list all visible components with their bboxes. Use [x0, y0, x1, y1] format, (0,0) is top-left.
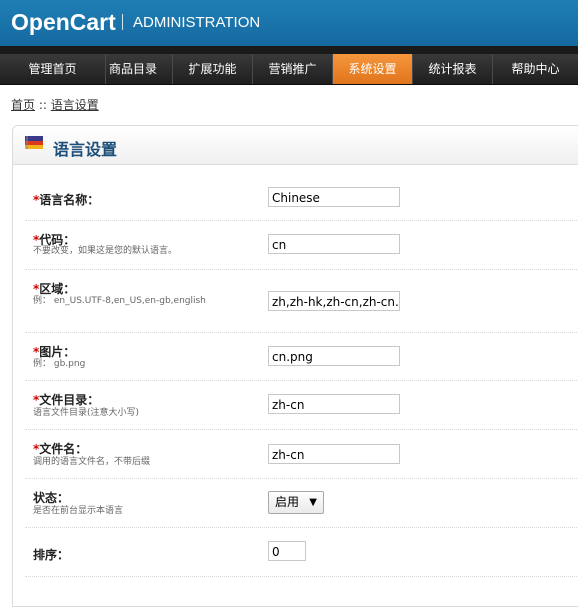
breadcrumb-home-link[interactable]: 首页: [11, 98, 35, 112]
menu-item-dashboard[interactable]: 管理首页: [0, 54, 106, 84]
help-directory: 语言文件目录(注意大小写): [33, 408, 140, 418]
admin-subtitle: ADMINISTRATION: [133, 14, 261, 31]
row-filename: *文件名： 调用的语言文件名，不带后缀 zh-cn: [25, 430, 578, 479]
label-sort-order: 排序：: [33, 548, 70, 562]
box-heading: 语言设置: [13, 126, 578, 165]
help-code: 不要改变，如果这是您的默认语言。: [33, 246, 178, 256]
label-language-name: 语言名称：: [39, 193, 100, 207]
status-selected-value: 启用: [275, 495, 300, 509]
filename-input[interactable]: zh-cn: [268, 444, 400, 464]
breadcrumb: 首页 :: 语言设置: [11, 96, 99, 113]
main-menu: 管理首页 商品目录 扩展功能 营销推广 系统设置 统计报表 帮助中心: [0, 54, 578, 85]
label-image: 图片：: [39, 345, 76, 359]
menu-item-help[interactable]: 帮助中心: [493, 54, 578, 84]
help-locale: 例： en_US.UTF-8,en_US,en-gb,english: [33, 296, 206, 306]
sort-order-input[interactable]: 0: [268, 541, 306, 561]
help-image: 例： gb.png: [33, 359, 86, 369]
menu-item-reports[interactable]: 统计报表: [413, 54, 493, 84]
label-filename: 文件名：: [39, 442, 88, 456]
row-image: *图片： 例： gb.png cn.png: [25, 333, 578, 381]
directory-input[interactable]: zh-cn: [268, 394, 400, 414]
menu-item-extensions[interactable]: 扩展功能: [173, 54, 253, 84]
label-status: 状态：: [33, 491, 70, 505]
breadcrumb-separator: ::: [35, 98, 51, 112]
dropdown-arrow-icon: ▼: [309, 497, 317, 508]
label-directory: 文件目录：: [39, 393, 100, 407]
menu-item-system[interactable]: 系统设置: [333, 54, 413, 84]
locale-input[interactable]: zh,zh-hk,zh-cn,zh-cn.UTF-8,cn-gb,chinese: [268, 291, 400, 311]
row-directory: *文件目录： 语言文件目录(注意大小写) zh-cn: [25, 381, 578, 430]
row-sort-order: 排序： 0: [25, 528, 578, 577]
language-name-input[interactable]: Chinese: [268, 187, 400, 207]
row-locale: *区域： 例： en_US.UTF-8,en_US,en-gb,english …: [25, 270, 578, 333]
row-status: 状态： 是否在前台显示本语言 启用 ▼: [25, 479, 578, 528]
code-input[interactable]: cn: [268, 234, 400, 254]
page-title: 语言设置: [53, 140, 118, 159]
breadcrumb-current-link[interactable]: 语言设置: [51, 98, 99, 112]
logo-divider: [122, 14, 123, 30]
header: OpenCart ADMINISTRATION: [0, 0, 578, 46]
menu-item-marketing[interactable]: 营销推广: [253, 54, 333, 84]
help-filename: 调用的语言文件名，不带后缀: [33, 457, 151, 467]
language-flag-icon: [25, 136, 43, 149]
row-language-name: *语言名称： Chinese: [25, 174, 578, 221]
help-status: 是否在前台显示本语言: [33, 506, 124, 516]
language-form-box: 语言设置 *语言名称： Chinese *代码： 不要改变，如果这是您的默认语言…: [12, 125, 578, 607]
menu-item-catalog[interactable]: 商品目录: [94, 54, 173, 84]
image-input[interactable]: cn.png: [268, 346, 400, 366]
status-select[interactable]: 启用 ▼: [268, 491, 324, 514]
opencart-logo[interactable]: OpenCart: [11, 9, 116, 36]
label-locale: 区域：: [39, 282, 76, 296]
row-code: *代码： 不要改变，如果这是您的默认语言。 cn: [25, 221, 578, 270]
top-strip: [0, 46, 578, 54]
